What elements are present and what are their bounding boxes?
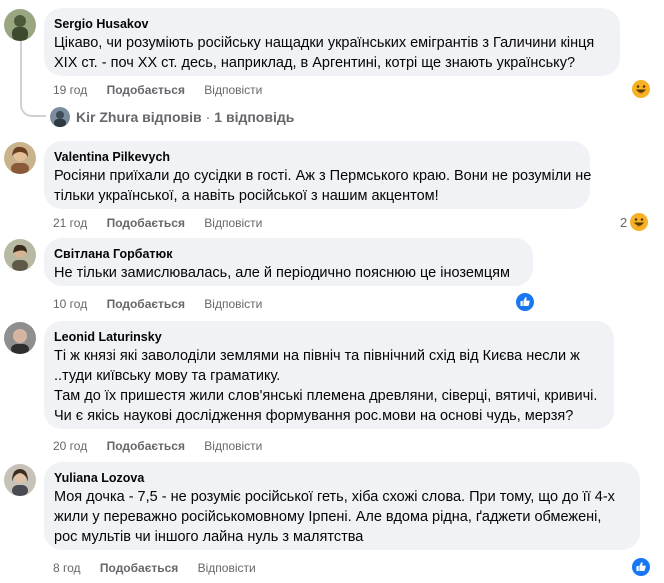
avatar[interactable]	[4, 322, 36, 354]
comment-time[interactable]: 20 год	[53, 439, 87, 453]
comment-actions: 19 год Подобається Відповісти	[53, 83, 278, 97]
comment-actions: 8 год Подобається Відповісти	[53, 561, 272, 575]
avatar[interactable]	[4, 239, 36, 271]
like-button[interactable]: Подобається	[107, 83, 185, 97]
reaction-summary[interactable]	[632, 80, 650, 98]
reply-button[interactable]: Відповісти	[198, 561, 256, 575]
reply-button[interactable]: Відповісти	[204, 297, 262, 311]
replier-avatar	[50, 107, 70, 127]
comment-text: Ті ж князі які заволоділи землями на пів…	[54, 348, 598, 424]
reaction-summary[interactable]: 2	[620, 213, 649, 231]
comment-author[interactable]: Sergio Husakov	[54, 16, 608, 32]
reaction-summary[interactable]	[516, 293, 534, 311]
like-reaction-icon	[632, 558, 650, 576]
comment-time[interactable]: 21 год	[53, 216, 87, 230]
replied-label: відповів	[142, 109, 202, 125]
like-reaction-icon	[516, 293, 534, 311]
comment-actions: 21 год Подобається Відповісти	[53, 216, 278, 230]
comment-time[interactable]: 8 год	[53, 561, 81, 575]
comment-text: Не тільки замислювалась, але й періодичн…	[54, 265, 510, 281]
comment-bubble: Valentina Pilkevych Росіяни приїхали до …	[44, 141, 592, 209]
comment-author[interactable]: Yuliana Lozova	[54, 470, 628, 486]
avatar[interactable]	[4, 9, 36, 41]
reply-button[interactable]: Відповісти	[204, 83, 262, 97]
comment-author[interactable]: Leonid Laturinsky	[54, 329, 602, 345]
comment-bubble: Sergio Husakov Цікаво, чи розуміють росі…	[44, 8, 620, 76]
thread-connector	[20, 41, 46, 117]
comment-author[interactable]: Світлана Горбатюк	[54, 246, 521, 262]
comment-time[interactable]: 10 год	[53, 297, 87, 311]
comment-bubble: Світлана Горбатюк Не тільки замислювалас…	[44, 238, 533, 286]
comment-bubble: Leonid Laturinsky Ті ж князі які заволод…	[44, 321, 614, 429]
reaction-summary[interactable]	[632, 558, 650, 576]
comment-bubble: Yuliana Lozova Моя дочка - 7,5 - не розу…	[44, 462, 640, 550]
like-button[interactable]: Подобається	[107, 216, 185, 230]
reaction-count: 2	[620, 214, 628, 230]
like-button[interactable]: Подобається	[100, 561, 178, 575]
reply-count: 1 відповідь	[214, 109, 295, 125]
comment-actions: 20 год Подобається Відповісти	[53, 439, 278, 453]
like-button[interactable]: Подобається	[107, 297, 185, 311]
comment-text: Цікаво, чи розуміють російську нащадки у…	[54, 35, 595, 71]
comment-actions: 10 год Подобається Відповісти	[53, 297, 278, 311]
avatar[interactable]	[4, 142, 36, 174]
separator: ·	[205, 109, 211, 125]
reply-button[interactable]: Відповісти	[204, 216, 262, 230]
comment-time[interactable]: 19 год	[53, 83, 87, 97]
comment-author[interactable]: Valentina Pilkevych	[54, 149, 578, 165]
haha-reaction-icon	[630, 213, 649, 231]
comment-text: Росіяни приїхали до сусідки в гості. Аж …	[54, 168, 592, 204]
comment-text: Моя дочка - 7,5 - не розуміє російської …	[54, 489, 615, 545]
avatar[interactable]	[4, 464, 36, 496]
view-replies-link[interactable]: Kir Zhura відповів · 1 відповідь	[50, 107, 294, 127]
reply-button[interactable]: Відповісти	[204, 439, 262, 453]
replier-name: Kir Zhura	[76, 109, 139, 125]
like-button[interactable]: Подобається	[107, 439, 185, 453]
haha-reaction-icon	[632, 80, 650, 98]
